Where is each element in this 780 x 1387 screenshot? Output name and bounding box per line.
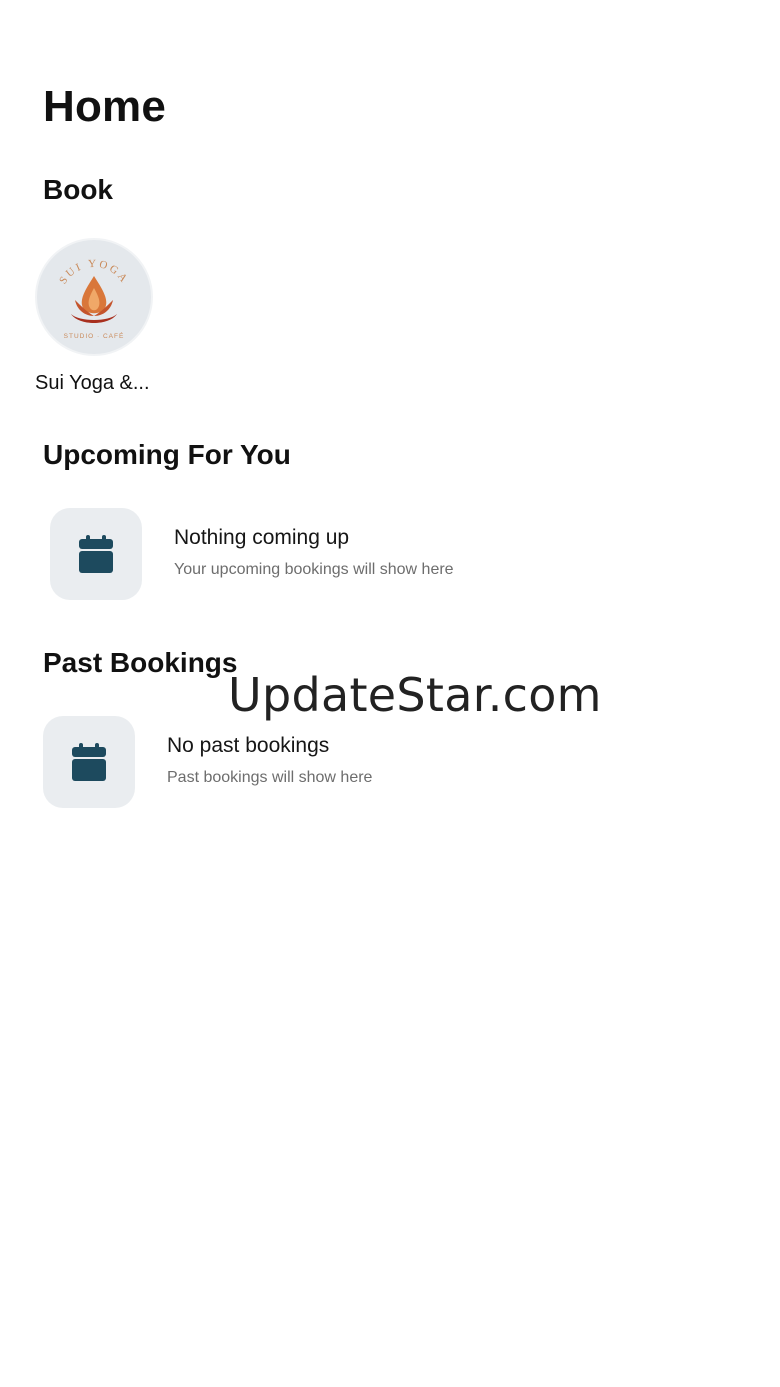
past-empty-title: No past bookings: [167, 734, 330, 757]
watermark-text: UpdateStar.com: [228, 668, 602, 722]
past-empty-state: No past bookings Past bookings will show…: [43, 716, 643, 808]
page-title: Home: [43, 82, 167, 131]
upcoming-empty-title: Nothing coming up: [174, 526, 350, 549]
past-section-title: Past Bookings: [43, 647, 238, 678]
studio-name: Sui Yoga &...: [35, 372, 150, 394]
upcoming-empty-state: Nothing coming up Your upcoming bookings…: [50, 508, 650, 600]
past-empty-subtitle: Past bookings will show here: [167, 769, 373, 786]
past-icon-tile: [43, 716, 135, 808]
studio-avatar: SUI YOGA STUDIO · CAFÉ: [35, 238, 153, 356]
upcoming-icon-tile: [50, 508, 142, 600]
lotus-logo-icon: SUI YOGA STUDIO · CAFÉ: [57, 258, 128, 340]
studio-card-sui-yoga[interactable]: SUI YOGA STUDIO · CAFÉ Sui Yoga &...: [30, 236, 160, 406]
upcoming-empty-subtitle: Your upcoming bookings will show here: [174, 561, 454, 578]
book-section-title: Book: [43, 174, 113, 205]
calendar-icon: [72, 743, 106, 781]
logo-bottom-text: STUDIO · CAFÉ: [64, 331, 125, 340]
calendar-icon: [79, 535, 113, 573]
upcoming-section-title: Upcoming For You: [43, 439, 291, 470]
